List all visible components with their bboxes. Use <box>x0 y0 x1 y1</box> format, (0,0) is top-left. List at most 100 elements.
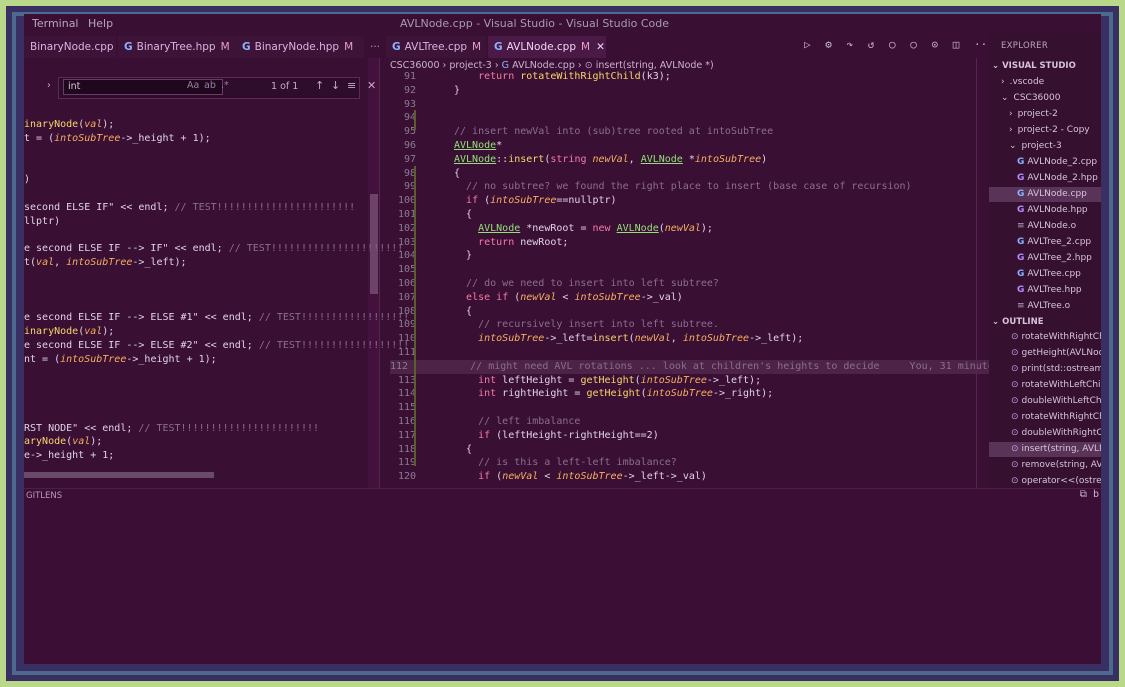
left-editor-code[interactable]: inaryNode(val); t = (intoSubTree->_height… <box>24 118 409 463</box>
code-line[interactable]: 94 <box>390 111 1010 125</box>
gitlens-panel-label[interactable]: GITLENS <box>26 491 62 501</box>
file-tree-item[interactable]: G AVLTree.hpp <box>989 283 1101 298</box>
code-line[interactable]: t(val, intoSubTree->_left); <box>24 256 409 270</box>
file-tree-item[interactable]: G AVLTree.cpp <box>989 267 1101 282</box>
code-text[interactable]: int leftHeight = getHeight(intoSubTree->… <box>454 374 761 388</box>
file-tree-item[interactable]: G AVLNode.hpp <box>989 203 1101 218</box>
code-line[interactable]: 114 int rightHeight = getHeight(intoSubT… <box>390 387 1010 401</box>
code-text[interactable]: if (newVal < intoSubTree->_left->_val) <box>454 470 707 484</box>
git-icon[interactable]: ⊙ <box>932 38 939 51</box>
code-line[interactable]: 115 <box>390 401 1010 415</box>
code-text[interactable]: // recursively insert into left subtree. <box>454 318 719 332</box>
code-line[interactable]: 106 // do we need to insert into left su… <box>390 277 1010 291</box>
outline-item[interactable]: ⊙ doubleWithRightC <box>989 426 1101 441</box>
tab-binarynode-cpp[interactable]: BinaryNode.cppM <box>24 36 128 58</box>
code-line[interactable] <box>24 380 409 394</box>
code-line[interactable]: 113 int leftHeight = getHeight(intoSubTr… <box>390 374 1010 388</box>
code-line[interactable]: 110 intoSubTree->_left=insert(newVal, in… <box>390 332 1010 346</box>
tab-avlnode-cpp[interactable]: G AVLNode.cpp M ✕ <box>488 36 606 58</box>
code-text[interactable] <box>454 98 460 112</box>
code-line[interactable]: 100 if (intoSubTree==nullptr) <box>390 194 1010 208</box>
code-line[interactable]: 120 if (newVal < intoSubTree->_left->_va… <box>390 470 1010 484</box>
code-line[interactable] <box>24 284 409 298</box>
code-line[interactable] <box>24 187 409 201</box>
code-line[interactable]: 95 // insert newVal into (sub)tree rooted… <box>390 125 1010 139</box>
code-line[interactable] <box>24 159 409 173</box>
file-tree-item[interactable]: › project-2 <box>989 107 1101 122</box>
code-line[interactable]: llptr) <box>24 215 409 229</box>
code-line[interactable]: 109 // recursively insert into left subt… <box>390 318 1010 332</box>
code-line[interactable]: 97 AVLNode::insert(string newVal, AVLNode… <box>390 153 1010 167</box>
circle-icon[interactable]: ○ <box>889 38 896 51</box>
find-in-selection-icon[interactable]: ≡ <box>347 79 356 92</box>
code-line[interactable] <box>24 146 409 160</box>
code-line[interactable]: 119 // is this a left-left imbalance? <box>390 456 1010 470</box>
code-line[interactable]: second ELSE IF" << endl; // TEST!!!!!!!!… <box>24 201 409 215</box>
outline-item[interactable]: ⊙ rotateWithLeftChil <box>989 378 1101 393</box>
code-line[interactable] <box>24 366 409 380</box>
horizontal-scrollbar[interactable] <box>24 472 214 478</box>
code-line[interactable]: 105 <box>390 263 1010 277</box>
outline-section[interactable]: ⌄ OUTLINE <box>989 315 1101 330</box>
code-text[interactable]: // is this a left-left imbalance? <box>454 456 677 470</box>
code-line[interactable]: 104 } <box>390 249 1010 263</box>
code-line[interactable]: nt = (intoSubTree->_height + 1); <box>24 353 409 367</box>
file-tree-item[interactable]: ≡ AVLNode.o <box>989 219 1101 234</box>
code-line[interactable]: t = (intoSubTree->_height + 1); <box>24 132 409 146</box>
code-text[interactable]: if (leftHeight-rightHeight==2) <box>454 429 659 443</box>
code-text[interactable]: AVLNode::insert(string newVal, AVLNode *… <box>454 153 767 167</box>
code-line[interactable]: 103 return newRoot; <box>390 236 1010 250</box>
code-line[interactable] <box>24 408 409 422</box>
code-line[interactable]: e second ELSE IF --> ELSE #1" << endl; /… <box>24 311 409 325</box>
code-line[interactable]: 118 { <box>390 443 1010 457</box>
code-text[interactable]: AVLNode *newRoot = new AVLNode(newVal); <box>454 222 713 236</box>
code-text[interactable]: else if (newVal < intoSubTree->_val) <box>454 291 683 305</box>
code-text[interactable] <box>454 111 460 125</box>
menu-help[interactable]: Help <box>88 17 113 30</box>
code-line[interactable]: 99 // no subtree? we found the right pla… <box>390 180 1010 194</box>
restart-icon[interactable]: ↺ <box>868 38 875 51</box>
code-line[interactable]: 98 { <box>390 167 1010 181</box>
code-line[interactable]: 117 if (leftHeight-rightHeight==2) <box>390 429 1010 443</box>
tab-avltree-cpp[interactable]: G AVLTree.cpp M <box>386 36 486 58</box>
code-line[interactable]: 112 // might need AVL rotations ... look… <box>390 359 1024 374</box>
close-icon[interactable]: ✕ <box>596 41 605 53</box>
code-text[interactable]: // no subtree? we found the right place … <box>454 180 912 194</box>
vertical-scrollbar[interactable] <box>370 194 378 294</box>
code-line[interactable]: 101 { <box>390 208 1010 222</box>
regex-toggle[interactable]: .* <box>221 80 229 91</box>
file-tree-item[interactable]: G AVLTree_2.cpp <box>989 235 1101 250</box>
outline-item[interactable]: ⊙ remove(string, AVL <box>989 458 1101 473</box>
code-line[interactable]: e second ELSE IF --> ELSE #2" << endl; /… <box>24 339 409 353</box>
file-tree-item[interactable]: G AVLNode_2.hpp <box>989 171 1101 186</box>
code-line[interactable]: 111 <box>390 346 1010 360</box>
code-line[interactable]: 116 // left imbalance <box>390 415 1010 429</box>
code-text[interactable]: // left imbalance <box>454 415 580 429</box>
split-editor-icon[interactable]: ◫ <box>953 38 960 51</box>
code-line[interactable]: 91 return rotateWithRightChild(k3); <box>390 70 1010 84</box>
arrow-up-icon[interactable]: ↑ <box>315 79 324 92</box>
code-text[interactable]: } <box>454 84 460 98</box>
file-tree-item[interactable]: G AVLTree_2.hpp <box>989 251 1101 266</box>
code-text[interactable] <box>454 401 460 415</box>
code-text[interactable]: { <box>454 443 472 457</box>
code-line[interactable]: 92} <box>390 84 1010 98</box>
code-line[interactable] <box>24 270 409 284</box>
close-icon[interactable]: ✕ <box>367 79 376 92</box>
code-line[interactable]: 108 { <box>390 305 1010 319</box>
code-line[interactable]: inaryNode(val); <box>24 118 409 132</box>
menu-terminal[interactable]: Terminal <box>32 17 79 30</box>
file-tree-item[interactable]: ⌄ CSC36000 <box>989 91 1101 106</box>
outline-item[interactable]: ⊙ getHeight(AVLNod <box>989 346 1101 361</box>
code-line[interactable]: 96 AVLNode* <box>390 139 1010 153</box>
file-tree-item[interactable]: ≡ AVLTree.o <box>989 299 1101 314</box>
outline-item[interactable]: ⊙ print(std::ostream <box>989 362 1101 377</box>
workspace-section[interactable]: ⌄ VISUAL STUDIO <box>989 59 1101 74</box>
code-text[interactable] <box>454 346 460 360</box>
outline-item[interactable]: ⊙ rotateWithRightCh <box>989 410 1101 425</box>
file-tree-item[interactable]: G AVLNode.cpp <box>989 187 1101 202</box>
match-case-toggle[interactable]: Aa <box>187 80 199 91</box>
panel-toggle-icon[interactable]: ⧉ b <box>1080 489 1099 500</box>
code-line[interactable] <box>24 297 409 311</box>
outline-item[interactable]: ⊙ rotateWithRightCh <box>989 330 1101 345</box>
